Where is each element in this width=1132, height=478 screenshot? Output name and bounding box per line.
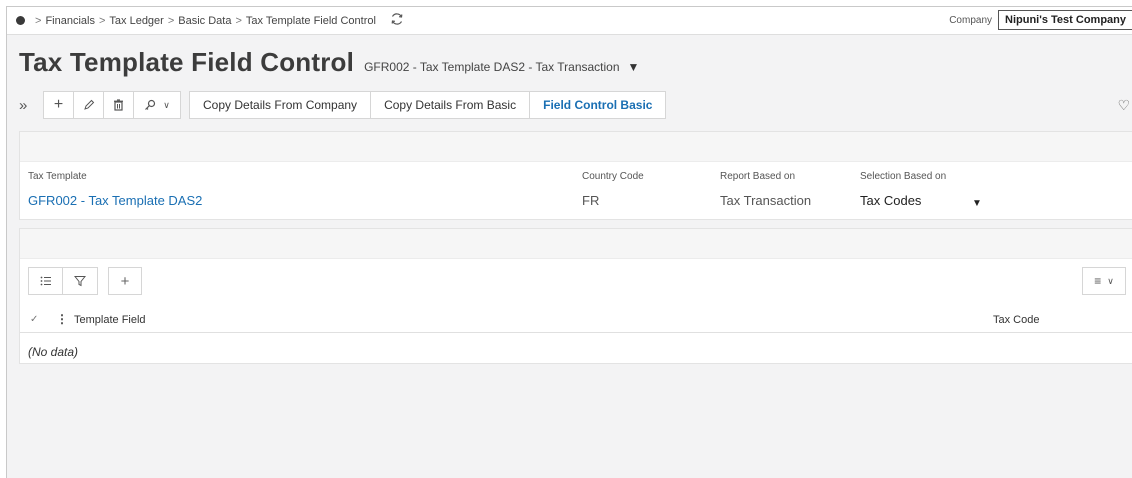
company-label: Company [949,14,993,26]
report-based-on-value: Tax Transaction [720,193,812,208]
selection-based-on-label: Selection Based on [860,171,947,182]
app-frame: > Financials > Tax Ledger > Basic Data >… [6,6,1132,478]
breadcrumb-tax-ledger[interactable]: Tax Ledger [109,15,163,27]
chevron-down-icon: ∨ [163,99,170,110]
trash-icon[interactable] [104,92,134,118]
table-header: ✓ ⋮ Template Field Tax Code [20,309,1132,333]
list-button-group [28,267,98,295]
list-card-toolbar [20,229,1132,259]
key-icon[interactable]: ∨ [134,92,180,118]
filter-icon[interactable] [63,268,97,294]
caret-down-icon[interactable]: ▼ [628,60,640,74]
double-chevron-right-icon[interactable]: » [19,97,39,114]
template-field-list-card: + ≡ ∨ ✓ ⋮ Template Field Tax Code (No da… [19,228,1132,364]
title-row: Tax Template Field Control GFR002 - Tax … [19,47,639,78]
caret-down-icon[interactable]: ▼ [972,198,982,209]
report-based-on-label: Report Based on [720,171,796,182]
field-control-basic-button[interactable]: Field Control Basic [530,92,665,118]
copy-details-from-company-button[interactable]: Copy Details From Company [190,92,372,118]
crud-button-group: + ∨ [43,91,181,119]
record-selector[interactable]: GFR002 - Tax Template DAS2 - Tax Transac… [364,60,619,74]
page-title: Tax Template Field Control [19,47,355,77]
rows-icon: ≡ [1094,274,1102,288]
header-card: Tax Template GFR002 - Tax Template DAS2 … [19,131,1132,220]
breadcrumb-current-page: Tax Template Field Control [245,14,376,27]
country-code-value: FR [582,193,600,208]
breadcrumb-separator: > [98,14,106,27]
table-density-button[interactable]: ≡ ∨ [1082,267,1126,295]
list-tools: + [28,267,142,295]
breadcrumb-separator: > [235,14,242,27]
header-card-toolbar [20,132,1132,162]
refresh-icon[interactable] [390,12,404,29]
plus-icon[interactable]: + [44,92,74,118]
selection-based-on-select[interactable]: Tax Codes [860,193,921,208]
column-menu-icon[interactable]: ⋮ [56,312,68,326]
list-details-icon[interactable] [29,268,63,294]
empty-table-message: (No data) [28,345,79,359]
breadcrumb-bar: > Financials > Tax Ledger > Basic Data >… [7,7,1132,35]
heart-icon[interactable]: ♡ [1117,97,1130,114]
company-field[interactable]: Nipuni's Test Company [998,10,1132,30]
command-toolbar: » + ∨ Copy Details From Company Copy Det… [19,91,667,119]
command-button-group: Copy Details From Company Copy Details F… [189,91,667,119]
add-row-button[interactable]: + [108,267,142,295]
copy-details-from-basic-button[interactable]: Copy Details From Basic [371,92,531,118]
column-header-tax-code[interactable]: Tax Code [993,314,1039,326]
chevron-right-icon: > [35,14,42,27]
tax-template-label: Tax Template [28,171,87,182]
country-code-label: Country Code [582,171,644,182]
status-dot-icon [16,16,25,25]
breadcrumb-basic-data[interactable]: Basic Data [178,15,231,27]
breadcrumb-separator: > [167,14,175,27]
select-all-check-icon[interactable]: ✓ [30,314,38,325]
chevron-down-icon: ∨ [1107,275,1114,286]
breadcrumb-financials[interactable]: Financials [45,15,95,27]
column-header-template-field[interactable]: Template Field [74,314,146,326]
pencil-icon[interactable] [74,92,104,118]
company-selector: Company Nipuni's Test Company [949,10,1132,30]
tax-template-link[interactable]: GFR002 - Tax Template DAS2 [28,193,202,208]
